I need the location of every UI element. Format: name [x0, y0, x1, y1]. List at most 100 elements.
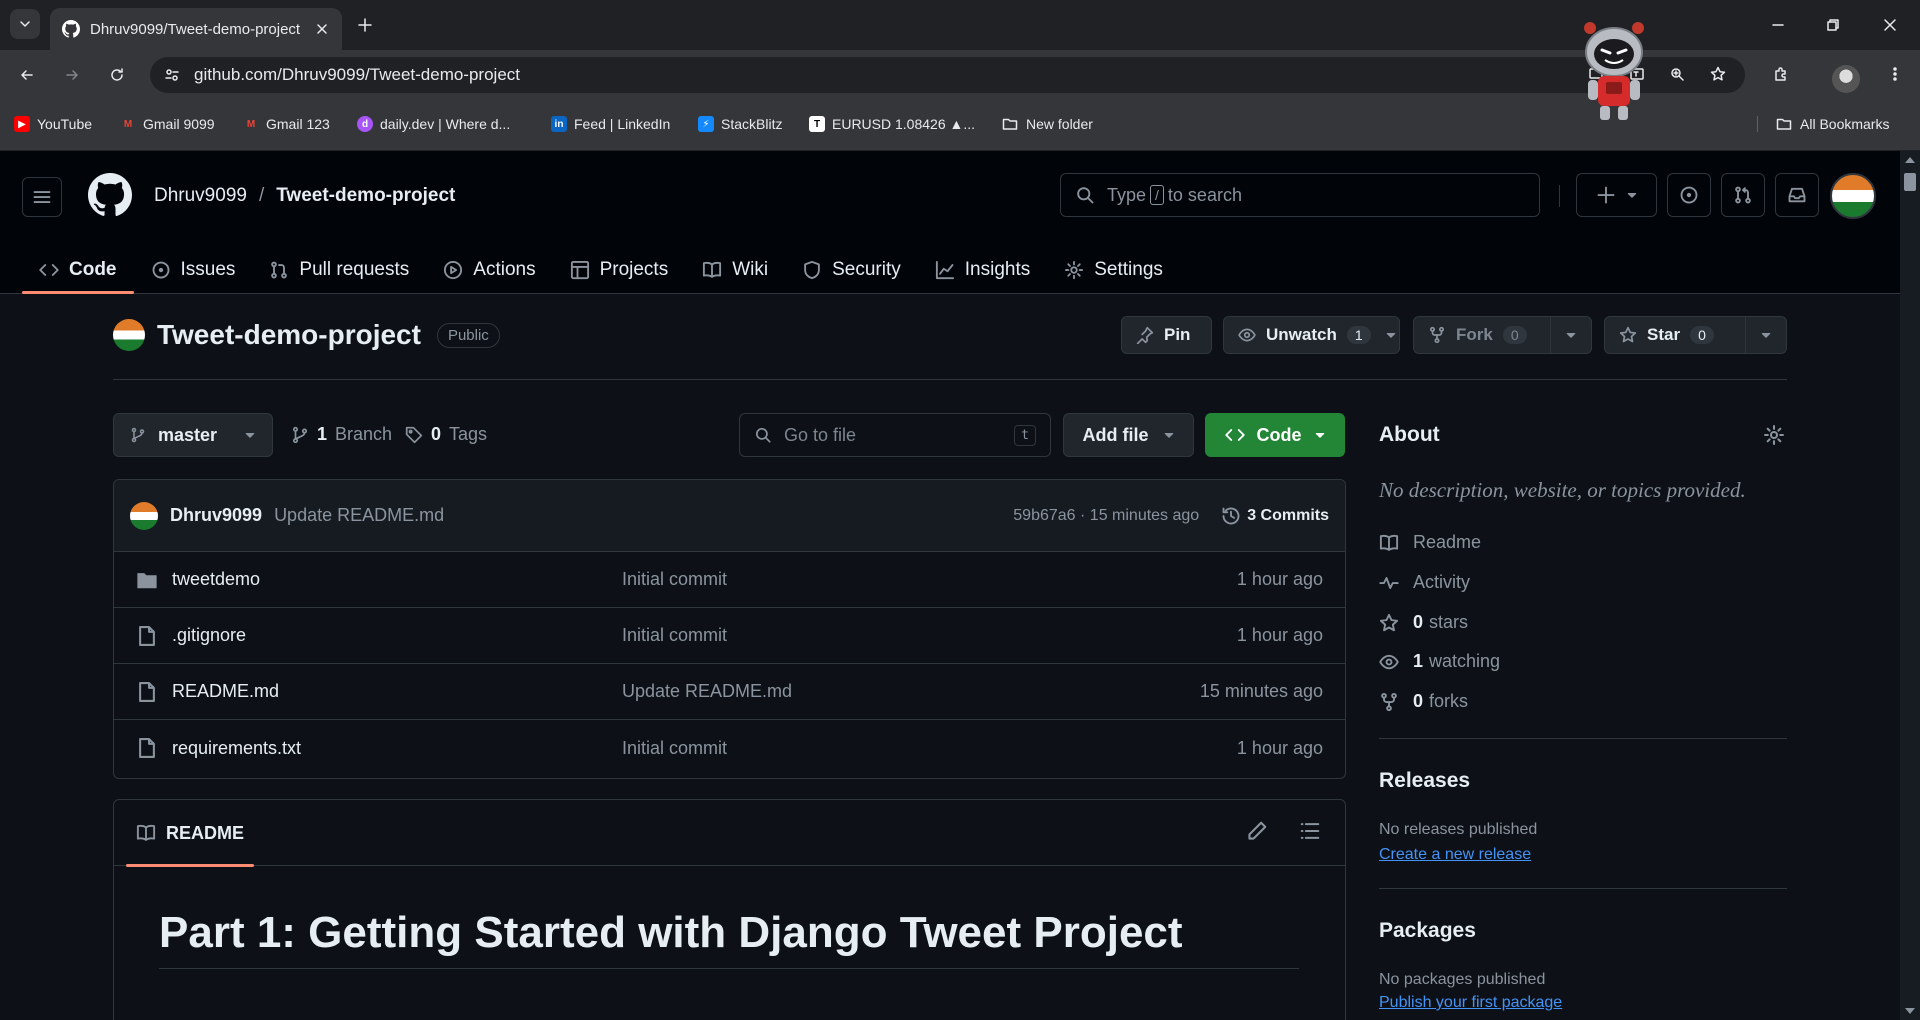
- bookmark-star-button[interactable]: [1703, 59, 1733, 89]
- file-name[interactable]: README.md: [172, 681, 622, 702]
- add-file-button[interactable]: Add file: [1063, 413, 1194, 457]
- reload-button[interactable]: [102, 60, 132, 90]
- branch-selector[interactable]: master: [113, 413, 273, 457]
- file-name[interactable]: tweetdemo: [172, 569, 622, 590]
- owner-link[interactable]: Dhruv9099: [154, 185, 247, 207]
- file-commit-message[interactable]: Update README.md: [622, 681, 1200, 702]
- file-row[interactable]: requirements.txt Initial commit 1 hour a…: [114, 720, 1345, 776]
- file-row[interactable]: README.md Update README.md 15 minutes ag…: [114, 664, 1345, 720]
- about-forks-link[interactable]: 0 forks: [1379, 691, 1468, 712]
- tab-projects[interactable]: Projects: [553, 247, 686, 293]
- go-to-file-input[interactable]: Go to file t: [739, 413, 1051, 457]
- github-logo-icon[interactable]: [88, 173, 132, 217]
- commit-author-avatar[interactable]: [130, 501, 158, 530]
- tab-wiki[interactable]: Wiki: [685, 247, 785, 293]
- about-watching-link[interactable]: 1 watching: [1379, 651, 1500, 672]
- about-readme-link[interactable]: Readme: [1379, 532, 1481, 553]
- search-shortcut-key: /: [1150, 185, 1164, 205]
- create-new-button[interactable]: [1576, 173, 1657, 217]
- global-menu-button[interactable]: [22, 177, 62, 217]
- scrollbar-thumb[interactable]: [1904, 173, 1916, 191]
- file-row[interactable]: tweetdemo Initial commit 1 hour ago: [114, 552, 1345, 608]
- bookmark-gmail-123[interactable]: M Gmail 123: [243, 116, 330, 132]
- browser-menu-button[interactable]: [1880, 59, 1910, 89]
- about-stars-link[interactable]: 0 stars: [1379, 612, 1468, 633]
- user-avatar[interactable]: [1830, 173, 1876, 219]
- tab-insights[interactable]: Insights: [918, 247, 1047, 293]
- unwatch-button[interactable]: Unwatch 1: [1223, 316, 1400, 354]
- bookmark-gmail-9099[interactable]: M Gmail 9099: [120, 116, 215, 132]
- bookmark-linkedin[interactable]: in Feed | LinkedIn: [551, 116, 670, 132]
- bookmark-label: daily.dev | Where d...: [380, 116, 511, 132]
- pull-requests-button[interactable]: [1721, 173, 1765, 217]
- tab-actions[interactable]: Actions: [426, 247, 552, 293]
- tab-search-button[interactable]: [10, 9, 40, 39]
- back-button[interactable]: [12, 60, 42, 90]
- commit-author[interactable]: Dhruv9099: [170, 505, 262, 526]
- issues-button[interactable]: [1667, 173, 1711, 217]
- star-dropdown[interactable]: [1745, 317, 1786, 353]
- readme-tab[interactable]: README: [126, 800, 255, 867]
- close-window-button[interactable]: [1875, 10, 1905, 40]
- packages-heading[interactable]: Packages: [1379, 919, 1476, 943]
- repo-name[interactable]: Tweet-demo-project: [157, 319, 421, 351]
- file-row[interactable]: .gitignore Initial commit 1 hour ago: [114, 608, 1345, 664]
- releases-heading[interactable]: Releases: [1379, 769, 1470, 793]
- publish-package-link[interactable]: Publish your first package: [1379, 994, 1562, 1012]
- close-tab-icon[interactable]: [314, 21, 330, 37]
- bookmark-stackblitz[interactable]: ⚡ StackBlitz: [698, 116, 782, 132]
- minimize-button[interactable]: [1763, 10, 1793, 40]
- page-scrollbar[interactable]: [1900, 151, 1920, 1020]
- file-commit-message[interactable]: Initial commit: [622, 569, 1237, 590]
- tab-issues[interactable]: Issues: [134, 247, 253, 293]
- robot-mascot-icon: [1584, 22, 1644, 120]
- profile-avatar[interactable]: [1832, 65, 1860, 93]
- about-description: No description, website, or topics provi…: [1379, 478, 1746, 502]
- repo-link[interactable]: Tweet-demo-project: [276, 185, 455, 207]
- tab-security[interactable]: Security: [785, 247, 918, 293]
- tab-settings[interactable]: Settings: [1047, 247, 1180, 293]
- create-release-link[interactable]: Create a new release: [1379, 846, 1531, 864]
- bookmark-eurusd[interactable]: T EURUSD 1.08426 ▲...: [809, 116, 975, 132]
- scroll-down-arrow[interactable]: [1905, 1008, 1915, 1014]
- browser-tab-active[interactable]: Dhruv9099/Tweet-demo-project: [50, 8, 342, 50]
- commit-message[interactable]: Update README.md: [274, 505, 444, 526]
- branches-link[interactable]: 1 Branch: [291, 424, 392, 445]
- scroll-up-arrow[interactable]: [1905, 157, 1915, 163]
- inbox-button[interactable]: [1775, 173, 1819, 217]
- tab-pull-requests[interactable]: Pull requests: [252, 247, 426, 293]
- edit-readme-button[interactable]: [1246, 820, 1268, 842]
- global-search-input[interactable]: Type / to search: [1060, 173, 1540, 217]
- caret-down-icon: [245, 432, 255, 438]
- owner-avatar[interactable]: [113, 319, 145, 351]
- file-commit-message[interactable]: Initial commit: [622, 625, 1237, 646]
- about-settings-button[interactable]: [1763, 424, 1785, 446]
- all-bookmarks[interactable]: All Bookmarks: [1757, 116, 1889, 132]
- fork-button[interactable]: Fork 0: [1413, 316, 1592, 354]
- commits-link[interactable]: 3 Commits: [1221, 506, 1329, 526]
- readme-outline-button[interactable]: [1299, 820, 1321, 842]
- about-activity-link[interactable]: Activity: [1379, 572, 1470, 593]
- address-bar[interactable]: github.com/Dhruv9099/Tweet-demo-project: [150, 57, 1745, 93]
- bookmark-dailydev[interactable]: d daily.dev | Where d...: [357, 116, 510, 132]
- site-settings-icon[interactable]: [164, 67, 180, 83]
- forward-button[interactable]: [57, 60, 87, 90]
- restore-button[interactable]: [1818, 10, 1848, 40]
- pin-button[interactable]: Pin: [1121, 316, 1212, 354]
- tags-link[interactable]: 0 Tags: [405, 424, 487, 445]
- extensions-button[interactable]: [1766, 59, 1796, 89]
- commit-sha-time[interactable]: 59b67a6 · 15 minutes ago: [1013, 507, 1199, 525]
- bookmark-youtube[interactable]: ▶ YouTube: [14, 116, 92, 132]
- file-name[interactable]: requirements.txt: [172, 738, 622, 759]
- bookmark-new-folder[interactable]: New folder: [1002, 116, 1093, 132]
- chevron-down-icon: [20, 21, 30, 27]
- file-name[interactable]: .gitignore: [172, 625, 622, 646]
- file-commit-message[interactable]: Initial commit: [622, 738, 1237, 759]
- fork-dropdown[interactable]: [1550, 317, 1591, 353]
- code-button[interactable]: Code: [1205, 413, 1345, 457]
- star-button[interactable]: Star 0: [1604, 316, 1787, 354]
- zoom-button[interactable]: [1662, 59, 1692, 89]
- new-tab-button[interactable]: [352, 12, 378, 38]
- tab-code[interactable]: Code: [22, 247, 134, 294]
- bookmark-label: New folder: [1026, 116, 1093, 132]
